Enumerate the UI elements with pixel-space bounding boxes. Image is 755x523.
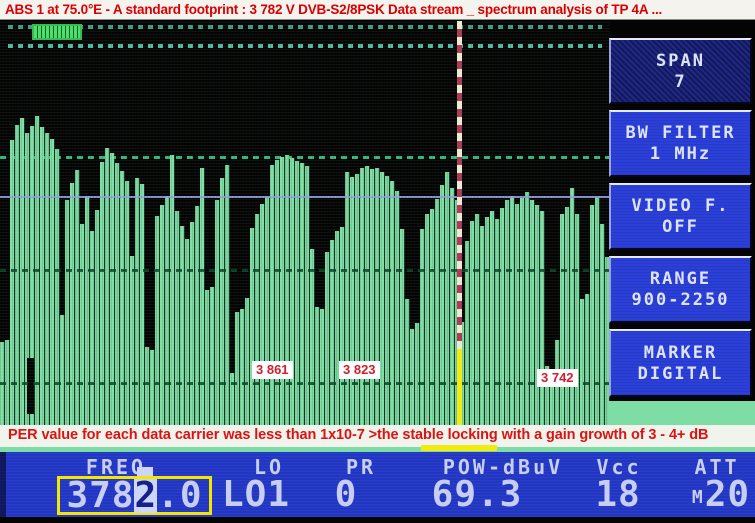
marker-line-dashed — [457, 21, 462, 349]
bw-filter-button[interactable]: BW FILTER 1 MHz — [609, 110, 752, 177]
carrier-label-3742: 3 742 — [537, 369, 578, 387]
freq-value-input[interactable]: 3782.0 — [57, 476, 212, 515]
battery-icon — [32, 24, 82, 40]
per-note-text: PER value for each data carrier was less… — [8, 427, 708, 443]
pr-value: 0 — [335, 477, 358, 513]
per-note-band: PER value for each data carrier was less… — [0, 425, 755, 447]
title-bar: ABS 1 at 75.0°E - A standard footprint :… — [0, 0, 755, 20]
pow-value: 69.3 — [432, 477, 523, 513]
satellite-meter-screen: ABS 1 at 75.0°E - A standard footprint :… — [0, 0, 755, 523]
status-bar-left-edge — [0, 452, 6, 517]
marker-digital-button[interactable]: MARKER DIGITAL — [609, 329, 752, 397]
att-value: M20 — [692, 477, 750, 519]
range-button[interactable]: RANGE 900-2250 — [609, 256, 752, 323]
vcc-value: 18 — [595, 477, 640, 513]
marker-underline — [421, 445, 497, 451]
marker-line-yellow — [457, 349, 462, 425]
video-filter-button[interactable]: VIDEO F. OFF — [609, 183, 752, 250]
status-bar: FREQ LO PR POW-dBuV Vcc ATT 3782.0 LO1 0… — [0, 452, 755, 517]
span-button[interactable]: SPAN 7 — [609, 38, 752, 104]
freq-edit-digit[interactable]: 2 — [134, 479, 157, 513]
spectrum-null-notch — [27, 358, 34, 414]
page-title: ABS 1 at 75.0°E - A standard footprint :… — [5, 2, 662, 17]
carrier-label-3823: 3 823 — [339, 361, 380, 379]
carrier-label-3861: 3 861 — [252, 361, 293, 379]
spectrum-trace — [0, 20, 610, 455]
att-mode-prefix: M — [692, 487, 703, 508]
lo-value: LO1 — [222, 477, 290, 513]
